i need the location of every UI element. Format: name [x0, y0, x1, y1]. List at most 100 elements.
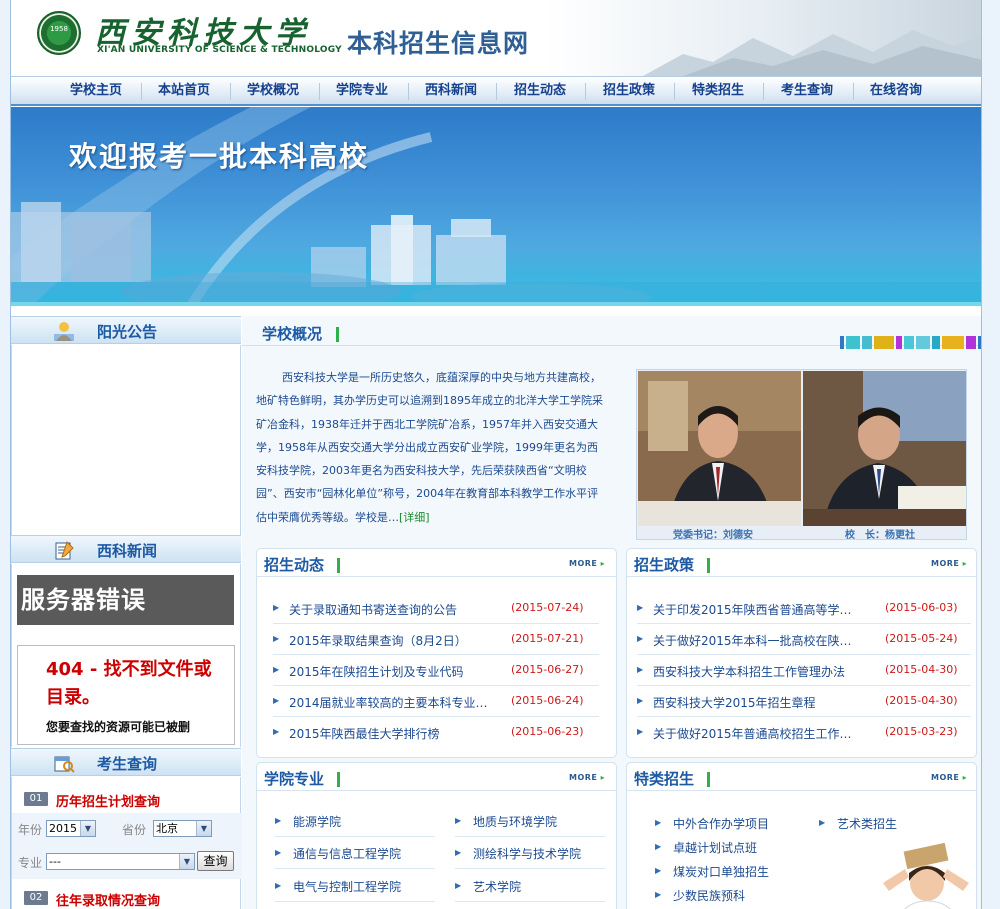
special-item-name: 煤炭对口单独招生	[673, 865, 770, 879]
university-seal-icon[interactable]	[37, 11, 81, 55]
server-error-bar: 服务器错误	[17, 575, 234, 625]
more-link[interactable]: MORE	[569, 773, 605, 782]
province-label: 省份	[122, 823, 147, 837]
nav-item-news[interactable]: 西科新闻	[411, 77, 491, 105]
error-description: 您要查找的资源可能已被删	[46, 720, 191, 734]
plan-query-title[interactable]: 历年招生计划查询	[56, 791, 160, 810]
user-icon	[54, 322, 74, 341]
news-body: 服务器错误 404 - 找不到文件或目录。 您要查找的资源可能已被删	[11, 564, 241, 747]
college-item[interactable]: ▶ 地质与环境学院	[455, 805, 605, 837]
page-frame: 1958 西安科技大学 XI'AN UNIVERSITY OF SCIENCE …	[10, 0, 982, 909]
admission-history-title[interactable]: 往年录取情况查询	[56, 890, 160, 909]
list-item-title: 关于做好2015年本科一批高校在陕…	[653, 634, 852, 648]
title-accent-bar	[707, 558, 710, 573]
college-item[interactable]: ▶ 测绘科学与技术学院	[455, 837, 605, 869]
year-select[interactable]: 2015 ▼	[46, 820, 96, 837]
more-link[interactable]: MORE	[569, 559, 605, 568]
college-item[interactable]: ▶ 能源学院	[275, 805, 435, 837]
banner: 欢迎报考一批本科高校	[11, 107, 981, 306]
list-item[interactable]: ▶ 关于做好2015年普通高校招生工作… (2015-03-23)	[637, 717, 971, 748]
list-item[interactable]: ▶ 西安科技大学本科招生工作管理办法 (2015-04-30)	[637, 655, 971, 686]
student-illustration	[883, 843, 969, 909]
college-item[interactable]: ▶ 通信与信息工程学院	[275, 837, 435, 869]
president-photo	[803, 371, 966, 526]
bullet-icon: ▶	[273, 696, 280, 705]
bullet-icon: ▶	[275, 881, 282, 890]
bullet-icon: ▶	[637, 696, 644, 705]
nav-item-colleges[interactable]: 学院专业	[322, 77, 402, 105]
college-item[interactable]: ▶ 电气与控制工程学院	[275, 870, 435, 902]
province-select[interactable]: 北京 ▼	[153, 820, 212, 837]
list-item[interactable]: ▶ 关于做好2015年本科一批高校在陕… (2015-05-24)	[637, 624, 971, 655]
list-item[interactable]: ▶ 关于印发2015年陕西省普通高等学… (2015-06-03)	[637, 593, 971, 624]
query-header: 考生查询	[11, 748, 241, 776]
major-select[interactable]: --- ▼	[46, 853, 195, 870]
more-link[interactable]: MORE	[931, 773, 967, 782]
nav-item-consult[interactable]: 在线咨询	[856, 77, 936, 105]
college-item[interactable]: ▶ 艺术学院	[455, 870, 605, 902]
query-button[interactable]: 查询	[197, 851, 234, 871]
nav-divider	[230, 83, 231, 100]
title-accent-bar	[707, 772, 710, 787]
list-item-date: (2015-07-21)	[511, 632, 584, 645]
detail-link[interactable]: [详细]	[399, 511, 430, 524]
colleges-title: 学院专业	[264, 770, 325, 788]
more-link[interactable]: MORE	[931, 559, 967, 568]
nav-divider	[853, 83, 854, 100]
main-nav: 学校主页 本站首页 学校概况 学院专业 西科新闻 招生动态 招生政策 特类招生 …	[11, 76, 981, 106]
admission-news-panel: 招生动态 MORE ▶ 关于录取通知书寄送查询的公告 (2015-07-24) ▶ 2…	[256, 548, 617, 758]
nav-item-site-home[interactable]: 本站首页	[144, 77, 224, 105]
bullet-icon: ▶	[655, 890, 662, 899]
bullet-icon: ▶	[655, 866, 662, 875]
major-label: 专业	[18, 856, 43, 870]
list-item[interactable]: ▶ 西安科技大学2015年招生章程 (2015-04-30)	[637, 686, 971, 717]
list-item[interactable]: ▶ 2014届就业率较高的主要本科专业… (2015-06-24)	[273, 686, 599, 717]
list-item-title: 2015年录取结果查询（8月2日）	[289, 634, 467, 648]
nav-item-overview[interactable]: 学校概况	[233, 77, 313, 105]
bullet-icon: ▶	[637, 665, 644, 674]
admission-policy-title: 招生政策	[634, 556, 695, 574]
college-name: 电气与控制工程学院	[293, 880, 402, 894]
list-item-date: (2015-05-24)	[885, 632, 958, 645]
nav-item-school-home[interactable]: 学校主页	[56, 77, 136, 105]
major-value: ---	[49, 855, 61, 868]
bullet-icon: ▶	[275, 848, 282, 857]
admission-policy-panel: 招生政策 MORE ▶ 关于印发2015年陕西省普通高等学… (2015-06-03…	[626, 548, 977, 758]
bullet-icon: ▶	[273, 727, 280, 736]
college-name: 测绘科学与技术学院	[473, 847, 582, 861]
university-name-en: XI'AN UNIVERSITY OF SCIENCE & TECHNOLOGY	[97, 45, 342, 55]
main-content: 学校概况 西安科技大学是一所历史悠久，底蕴深厚的中央与地方共建高校，地矿特色鲜明…	[242, 316, 981, 909]
list-item-title: 关于做好2015年普通高校招生工作…	[653, 727, 852, 741]
leaders-photo[interactable]: 党委书记：刘德安 校 长：杨更社	[636, 369, 967, 541]
bullet-icon: ▶	[637, 727, 644, 736]
list-item[interactable]: ▶ 2015年陕西最佳大学排行榜 (2015-06-23)	[273, 717, 599, 748]
bullet-icon: ▶	[819, 818, 826, 827]
list-item-date: (2015-06-03)	[885, 601, 958, 614]
overview-text: 西安科技大学是一所历史悠久，底蕴深厚的中央与地方共建高校，地矿特色鲜明，其办学历…	[256, 366, 608, 529]
nav-item-special[interactable]: 特类招生	[678, 77, 758, 105]
special-item[interactable]: ▶ 少数民族预科	[655, 879, 805, 909]
mountains-decoration	[643, 30, 981, 76]
list-item[interactable]: ▶ 2015年录取结果查询（8月2日） (2015-07-21)	[273, 624, 599, 655]
special-admission-header: 特类招生 MORE	[627, 763, 976, 791]
chevron-down-icon: ▼	[179, 854, 194, 869]
nav-item-admission-policy[interactable]: 招生政策	[589, 77, 669, 105]
list-item[interactable]: ▶ 2015年在陕招生计划及专业代码 (2015-06-27)	[273, 655, 599, 686]
bullet-icon: ▶	[655, 818, 662, 827]
chevron-down-icon: ▼	[196, 821, 211, 836]
college-name: 通信与信息工程学院	[293, 847, 402, 861]
overview-paragraph: 西安科技大学是一所历史悠久，底蕴深厚的中央与地方共建高校，地矿特色鲜明，其办学历…	[256, 371, 603, 524]
nav-item-admission-news[interactable]: 招生动态	[500, 77, 580, 105]
special-item-name: 艺术类招生	[837, 817, 898, 831]
special-item[interactable]: ▶ 艺术类招生	[819, 807, 939, 839]
color-palette-decoration	[840, 336, 981, 349]
notice-body	[11, 345, 241, 535]
nav-divider	[674, 83, 675, 100]
list-item-title: 2014届就业率较高的主要本科专业…	[289, 696, 488, 710]
province-value: 北京	[156, 822, 178, 835]
list-item[interactable]: ▶ 关于录取通知书寄送查询的公告 (2015-07-24)	[273, 593, 599, 624]
notice-title: 阳光公告	[97, 323, 158, 341]
nav-item-query[interactable]: 考生查询	[767, 77, 847, 105]
bullet-icon: ▶	[273, 634, 280, 643]
nav-divider	[319, 83, 320, 100]
